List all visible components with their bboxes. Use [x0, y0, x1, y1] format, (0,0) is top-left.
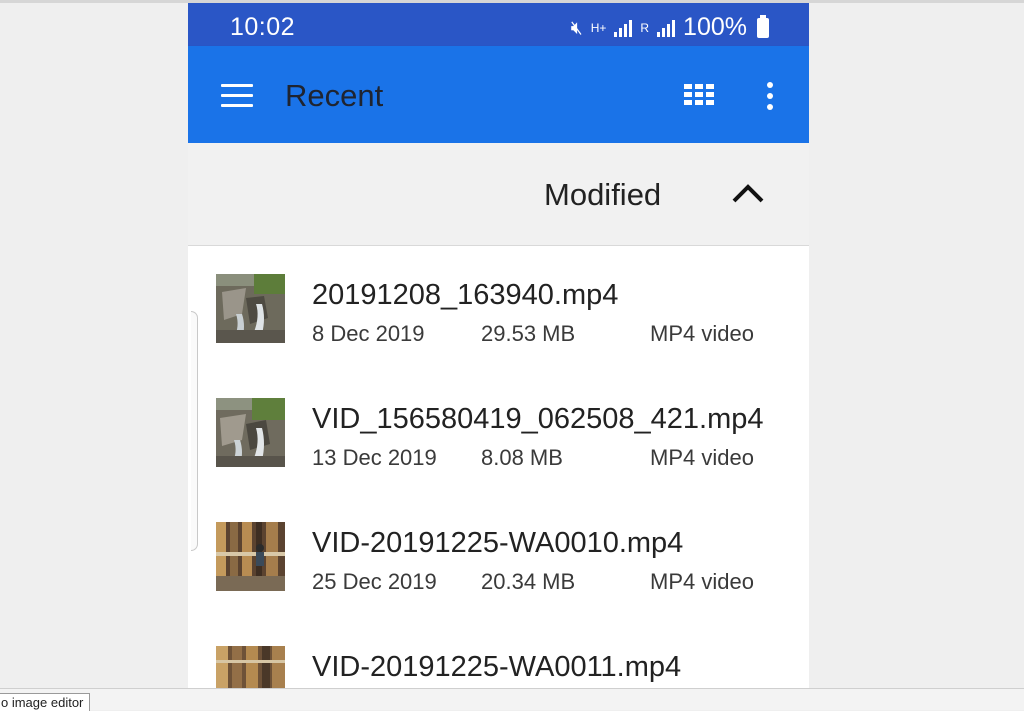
- app-bar: Recent: [188, 46, 809, 143]
- menu-icon[interactable]: [221, 84, 253, 108]
- file-type: MP4 video: [650, 321, 754, 346]
- file-date: 13 Dec 2019: [312, 445, 437, 470]
- grid-view-icon[interactable]: [684, 84, 714, 106]
- mute-icon: 🔇︎: [570, 16, 583, 39]
- status-icons: 🔇︎ H+ R 100%: [571, 13, 769, 42]
- file-size: 8.08 MB: [481, 445, 563, 470]
- battery-percent: 100%: [683, 13, 747, 41]
- chevron-up-icon[interactable]: [730, 177, 766, 207]
- network-type-label: H+: [590, 20, 607, 35]
- video-thumbnail-construction: [216, 646, 285, 688]
- sort-bar: Modified: [188, 143, 809, 245]
- status-bar: 10:02 🔇︎ H+ R 100%: [188, 3, 809, 46]
- video-thumbnail-waterfall: [216, 398, 285, 467]
- file-size: 20.34 MB: [481, 569, 576, 594]
- more-options-icon[interactable]: [766, 82, 774, 110]
- drawer-edge-handle[interactable]: [191, 311, 198, 551]
- file-name: 20191208_163940.mp4: [312, 279, 619, 311]
- file-type: MP4 video: [650, 445, 754, 470]
- battery-icon: [757, 14, 769, 38]
- video-thumbnail-waterfall: [216, 274, 285, 343]
- status-time: 10:02: [230, 13, 296, 41]
- video-thumbnail-construction: [216, 522, 285, 591]
- file-date: 8 Dec 2019: [312, 321, 425, 346]
- file-name: VID_156580419_062508_421.mp4: [312, 403, 764, 435]
- taskbar: o image editor: [0, 688, 1024, 711]
- file-size: 29.53 MB: [481, 321, 576, 346]
- file-name: VID-20191225-WA0010.mp4: [312, 527, 684, 559]
- list-item[interactable]: VID-20191225-WA0010.mp4 25 Dec 2019 20.3…: [188, 494, 809, 618]
- file-date: 25 Dec 2019: [312, 569, 437, 594]
- list-item[interactable]: 20191208_163940.mp4 8 Dec 2019 29.53 MB …: [188, 246, 809, 370]
- phone-screen: 10:02 🔇︎ H+ R 100% Recent Modified 20191…: [188, 3, 809, 688]
- list-item[interactable]: VID_156580419_062508_421.mp4 13 Dec 2019…: [188, 370, 809, 494]
- file-type: MP4 video: [650, 569, 754, 594]
- roaming-label: R: [640, 20, 650, 35]
- file-list: 20191208_163940.mp4 8 Dec 2019 29.53 MB …: [188, 246, 809, 688]
- page-title: Recent: [285, 78, 384, 113]
- taskbar-tab-image-editor[interactable]: o image editor: [0, 693, 91, 711]
- sort-by-modified[interactable]: Modified: [544, 177, 661, 213]
- signal-sim1-icon: [614, 19, 633, 37]
- signal-sim2-icon: [657, 19, 676, 37]
- file-name: VID-20191225-WA0011.mp4: [312, 651, 682, 683]
- list-item[interactable]: VID-20191225-WA0011.mp4: [188, 618, 809, 688]
